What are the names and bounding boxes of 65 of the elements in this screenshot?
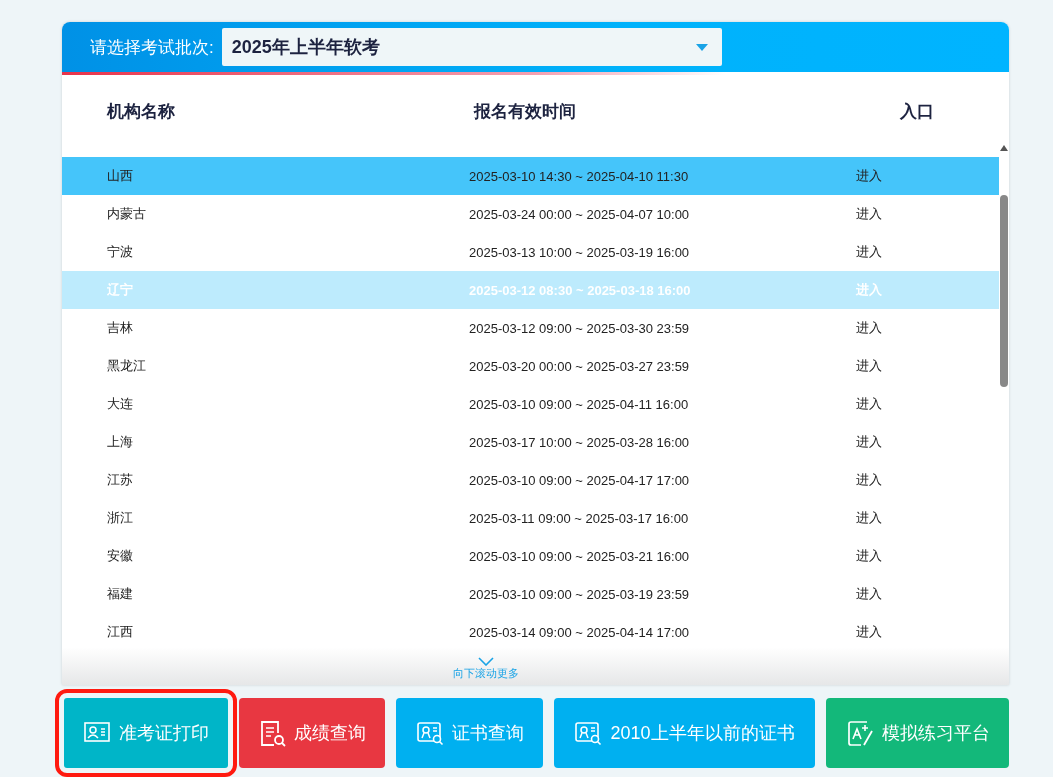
organization-name: 江西 (107, 624, 133, 639)
registration-time: 2025-03-10 09:00 ~ 2025-03-19 23:59 (469, 586, 690, 602)
document-search-icon (258, 719, 286, 747)
table-row[interactable]: 黑龙江 2025-03-20 00:00 ~ 2025-03-27 23:59 进入 (62, 347, 999, 385)
dropdown-caret-icon (695, 43, 708, 51)
enter-link[interactable]: 进入 (856, 396, 882, 411)
batch-dropdown[interactable]: 2025年上半年软考 (221, 28, 722, 66)
registration-time: 2025-03-10 14:30 ~ 2025-04-10 11:30 (469, 168, 689, 184)
scroll-more-hint: 向下滚动更多 (452, 666, 519, 681)
enter-link[interactable]: 进入 (856, 320, 882, 335)
table-row[interactable]: 宁波 2025-03-13 10:00 ~ 2025-03-19 16:00 进入 (62, 233, 999, 271)
registration-time: 2025-03-12 09:00 ~ 2025-03-30 23:59 (469, 320, 690, 336)
enter-link[interactable]: 进入 (856, 434, 882, 449)
registration-time: 2025-03-12 08:30 ~ 2025-03-18 16:00 (469, 282, 691, 298)
table-row[interactable]: 江西 2025-03-14 09:00 ~ 2025-04-14 17:00 进入 (62, 613, 999, 651)
organization-name: 黑龙江 (107, 358, 146, 373)
registration-time: 2025-03-10 09:00 ~ 2025-03-21 16:00 (469, 548, 690, 564)
scrollbar-thumb[interactable] (1000, 195, 1008, 387)
enter-link[interactable]: 进入 (856, 510, 882, 525)
organization-name: 宁波 (107, 244, 133, 259)
enter-link[interactable]: 进入 (856, 168, 882, 183)
organization-name: 山西 (107, 168, 133, 183)
registration-time: 2025-03-10 09:00 ~ 2025-04-11 16:00 (469, 396, 689, 412)
table-row[interactable]: 山西 2025-03-10 14:30 ~ 2025-04-10 11:30 进入 (62, 157, 999, 195)
table-row[interactable]: 大连 2025-03-10 09:00 ~ 2025-04-11 16:00 进入 (62, 385, 999, 423)
registration-time: 2025-03-20 00:00 ~ 2025-03-27 23:59 (469, 358, 690, 374)
column-header: 机构名称 (107, 101, 175, 121)
organization-name: 辽宁 (107, 282, 133, 297)
certificate-search-icon (574, 719, 603, 747)
enter-link[interactable]: 进入 (856, 548, 882, 563)
enter-link[interactable]: 进入 (856, 244, 882, 259)
enter-link[interactable]: 进入 (856, 472, 882, 487)
table-row[interactable]: 内蒙古 2025-03-24 00:00 ~ 2025-04-07 10:00 进入 (62, 195, 999, 233)
column-header: 入口 (900, 101, 934, 121)
enter-link[interactable]: 进入 (856, 624, 882, 639)
table-row[interactable]: 江苏 2025-03-10 09:00 ~ 2025-04-17 17:00 进入 (62, 461, 999, 499)
registration-time: 2025-03-10 09:00 ~ 2025-04-17 17:00 (469, 472, 690, 488)
organization-name: 上海 (107, 434, 133, 449)
table-row[interactable]: 安徽 2025-03-10 09:00 ~ 2025-03-21 16:00 进入 (62, 537, 999, 575)
organization-name: 吉林 (107, 320, 133, 335)
table-row[interactable]: 浙江 2025-03-11 09:00 ~ 2025-03-17 16:00 进入 (62, 499, 999, 537)
certificate-search-icon (415, 719, 444, 747)
scroll-up-icon[interactable] (1000, 145, 1008, 151)
edit-note-icon (845, 719, 874, 747)
organization-name: 江苏 (107, 472, 133, 487)
table-row[interactable]: 上海 2025-03-17 10:00 ~ 2025-03-28 16:00 进入 (62, 423, 999, 461)
chevron-down-icon (477, 657, 494, 666)
organization-name: 福建 (107, 586, 133, 601)
enter-link[interactable]: 进入 (856, 586, 882, 601)
registration-time: 2025-03-17 10:00 ~ 2025-03-28 16:00 (469, 434, 690, 450)
registration-time: 2025-03-24 00:00 ~ 2025-04-07 10:00 (469, 206, 690, 222)
registration-time: 2025-03-11 09:00 ~ 2025-03-17 16:00 (469, 510, 689, 526)
registration-time: 2025-03-14 09:00 ~ 2025-04-14 17:00 (469, 624, 690, 640)
organization-name: 内蒙古 (107, 206, 146, 221)
organization-name: 浙江 (107, 510, 133, 525)
batch-label: 请选择考试批次: (90, 36, 214, 59)
organization-name: 大连 (107, 396, 133, 411)
table-row[interactable]: 福建 2025-03-10 09:00 ~ 2025-03-19 23:59 进入 (62, 575, 999, 613)
organization-name: 安徽 (107, 548, 133, 563)
table-row[interactable]: 吉林 2025-03-12 09:00 ~ 2025-03-30 23:59 进入 (62, 309, 999, 347)
action-button[interactable]: 成绩查询 (239, 698, 385, 768)
enter-link[interactable]: 进入 (856, 358, 882, 373)
enter-link[interactable]: 进入 (856, 206, 882, 221)
registration-time: 2025-03-13 10:00 ~ 2025-03-19 16:00 (469, 244, 690, 260)
column-header: 报名有效时间 (474, 101, 576, 121)
